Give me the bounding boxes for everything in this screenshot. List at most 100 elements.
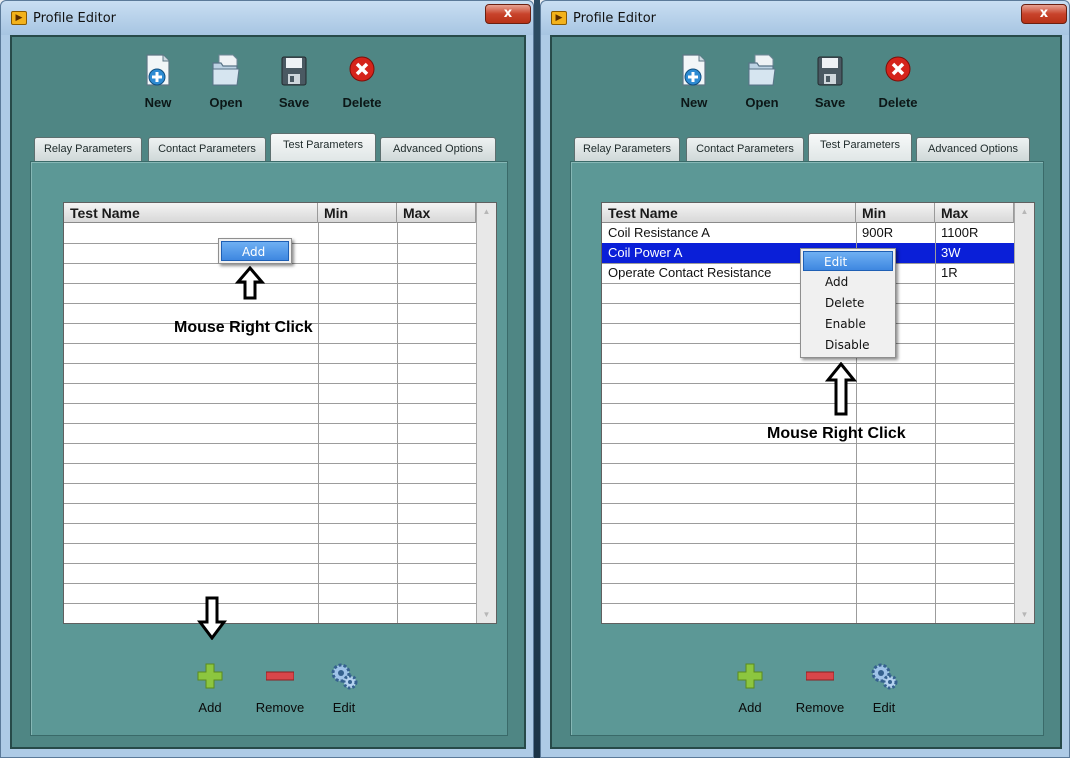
- tab-relay-parameters[interactable]: Relay Parameters: [574, 137, 680, 161]
- grid-line: [64, 423, 476, 424]
- table-header: Test Name Min Max: [602, 203, 1034, 223]
- remove-row-button[interactable]: Remove: [245, 662, 315, 728]
- col-header-test-name[interactable]: Test Name: [64, 203, 318, 223]
- grid-line: [602, 443, 1014, 444]
- row-action-bar: Add Remove Edit: [571, 662, 1043, 732]
- gears-icon: [331, 663, 358, 690]
- window-title: Profile Editor: [573, 11, 657, 26]
- add-row-button[interactable]: Add: [715, 662, 785, 728]
- scroll-down-arrow-icon[interactable]: ▼: [1018, 608, 1031, 621]
- scroll-up-arrow-icon[interactable]: ▲: [480, 205, 493, 218]
- context-menu-add[interactable]: Add: [221, 241, 289, 261]
- delete-label: Delete: [878, 95, 918, 110]
- outline-up-arrow-icon: [235, 266, 265, 300]
- delete-x-icon: [349, 56, 375, 82]
- add-row-button[interactable]: Add: [175, 662, 245, 728]
- new-document-icon: [682, 54, 706, 86]
- mouse-right-click-annotation: Mouse Right Click: [174, 319, 313, 336]
- context-menu-enable[interactable]: Enable: [801, 314, 895, 334]
- plus-icon: [197, 663, 223, 689]
- row-action-bar: Add Remove Edit: [31, 662, 507, 732]
- col-header-max[interactable]: Max: [935, 203, 1014, 223]
- test-table[interactable]: Test Name Min Max ▲ ▼: [63, 202, 497, 624]
- col-header-max[interactable]: Max: [397, 203, 476, 223]
- grid-line: [64, 583, 476, 584]
- tab-strip: Relay Parameters Contact Parameters Test…: [34, 133, 504, 161]
- grid-line: [602, 483, 1014, 484]
- new-button[interactable]: New: [128, 51, 188, 121]
- grid-line: [64, 483, 476, 484]
- tab-advanced-options[interactable]: Advanced Options: [380, 137, 496, 161]
- minus-icon: [266, 671, 294, 681]
- add-label: Add: [738, 700, 762, 715]
- tab-test-parameters[interactable]: Test Parameters: [808, 133, 912, 161]
- outline-down-arrow-icon: [197, 596, 227, 640]
- delete-label: Delete: [342, 95, 382, 110]
- title-bar[interactable]: ▶ Profile Editor x: [1, 1, 533, 35]
- floppy-save-icon: [281, 56, 307, 86]
- grid-line: [64, 503, 476, 504]
- vertical-scrollbar[interactable]: ▲ ▼: [1014, 203, 1034, 623]
- grid-line: [64, 543, 476, 544]
- vertical-scrollbar[interactable]: ▲ ▼: [476, 203, 496, 623]
- test-parameters-page: Test Name Min Max Coil Resistance A 900R…: [570, 161, 1044, 736]
- open-folder-icon: [748, 54, 776, 86]
- scroll-up-arrow-icon[interactable]: ▲: [1018, 205, 1031, 218]
- new-button[interactable]: New: [664, 51, 724, 121]
- tab-strip: Relay Parameters Contact Parameters Test…: [574, 133, 1044, 161]
- grid-line: [64, 383, 476, 384]
- table-row[interactable]: Coil Resistance A 900R 1100R: [602, 223, 1014, 243]
- context-menu-disable[interactable]: Disable: [801, 335, 895, 355]
- grid-line: [602, 523, 1014, 524]
- grid-line: [602, 383, 1014, 384]
- floppy-save-icon: [817, 56, 843, 86]
- app-icon: ▶: [551, 11, 567, 25]
- edit-row-button[interactable]: Edit: [849, 662, 919, 728]
- save-button[interactable]: Save: [800, 51, 860, 121]
- add-label: Add: [198, 700, 222, 715]
- scroll-down-arrow-icon[interactable]: ▼: [480, 608, 493, 621]
- close-button[interactable]: x: [485, 4, 531, 24]
- col-header-test-name[interactable]: Test Name: [602, 203, 856, 223]
- edit-row-button[interactable]: Edit: [309, 662, 379, 728]
- title-bar[interactable]: ▶ Profile Editor x: [541, 1, 1069, 35]
- tab-contact-parameters[interactable]: Contact Parameters: [148, 137, 266, 161]
- tab-advanced-options[interactable]: Advanced Options: [916, 137, 1030, 161]
- grid-line: [602, 583, 1014, 584]
- save-label: Save: [278, 95, 310, 110]
- grid-line: [602, 423, 1014, 424]
- new-label: New: [144, 95, 172, 110]
- context-menu: Edit Add Delete Enable Disable: [800, 248, 896, 358]
- open-label: Open: [745, 95, 779, 110]
- cell-max: 1R: [941, 265, 958, 280]
- editor-panel: New Open Save Delete Relay Parameters Co…: [10, 35, 526, 749]
- grid-line: [64, 463, 476, 464]
- col-header-min[interactable]: Min: [318, 203, 397, 223]
- col-header-min[interactable]: Min: [856, 203, 935, 223]
- context-menu-edit[interactable]: Edit: [803, 251, 893, 271]
- grid-line: [602, 603, 1014, 604]
- tab-relay-parameters[interactable]: Relay Parameters: [34, 137, 142, 161]
- gears-icon: [871, 663, 898, 690]
- tab-test-parameters[interactable]: Test Parameters: [270, 133, 376, 161]
- tab-contact-parameters[interactable]: Contact Parameters: [686, 137, 804, 161]
- context-menu-add[interactable]: Add: [801, 272, 895, 292]
- outline-up-arrow-icon: [825, 362, 857, 416]
- open-button[interactable]: Open: [732, 51, 792, 121]
- delete-button[interactable]: Delete: [868, 51, 928, 121]
- close-button[interactable]: x: [1021, 4, 1067, 24]
- profile-editor-window-left: ▶ Profile Editor x New Open Save Delete …: [0, 0, 534, 758]
- cell-min: 900R: [862, 225, 894, 240]
- delete-button[interactable]: Delete: [332, 51, 392, 121]
- grid-line: [602, 403, 1014, 404]
- editor-panel: New Open Save Delete Relay Parameters Co…: [550, 35, 1062, 749]
- mouse-right-click-annotation: Mouse Right Click: [767, 425, 906, 442]
- grid-line: [602, 543, 1014, 544]
- column-divider: [935, 223, 936, 623]
- context-menu-delete[interactable]: Delete: [801, 293, 895, 313]
- open-button[interactable]: Open: [196, 51, 256, 121]
- save-button[interactable]: Save: [264, 51, 324, 121]
- remove-row-button[interactable]: Remove: [785, 662, 855, 728]
- plus-icon: [737, 663, 763, 689]
- edit-label: Edit: [332, 700, 356, 715]
